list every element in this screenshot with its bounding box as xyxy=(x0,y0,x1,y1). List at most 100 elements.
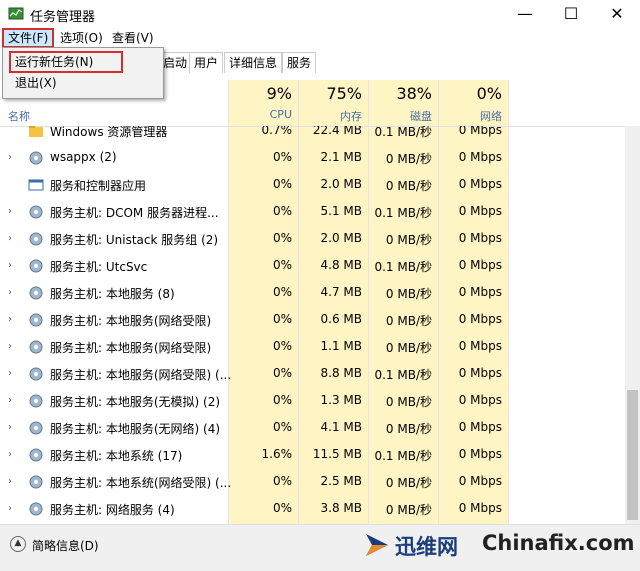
gear-icon xyxy=(29,151,43,165)
header-cpu-percent: 9% xyxy=(266,84,292,103)
minimize-button[interactable]: — xyxy=(502,0,548,28)
header-network[interactable]: 网络 xyxy=(438,108,502,124)
process-memory: 4.8 MB xyxy=(320,258,362,272)
table-row[interactable]: › 服务主机: Unistack 服务组 (2) 0% 2.0 MB 0 MB/… xyxy=(0,225,625,252)
process-network: 0 Mbps xyxy=(458,258,502,272)
gear-icon xyxy=(29,340,43,354)
process-cpu: 1.6% xyxy=(261,447,293,461)
table-row[interactable]: Windows 资源管理器 0.7% 22.4 MB 0.1 MB/秒 0 Mb… xyxy=(0,126,625,144)
process-disk: 0 MB/秒 xyxy=(385,503,432,517)
menu-file[interactable]: 文件(F) xyxy=(2,28,55,48)
process-network: 0 Mbps xyxy=(458,366,502,380)
menu-bar: 文件(F) 选项(O) 查看(V) xyxy=(0,28,640,48)
exit-item[interactable]: 退出(X) xyxy=(15,74,57,92)
expand-chevron-icon[interactable]: › xyxy=(8,449,12,460)
process-disk: 0 MB/秒 xyxy=(385,476,432,490)
run-new-task-item[interactable]: 运行新任务(N) xyxy=(9,51,123,73)
process-cpu: 0% xyxy=(272,393,292,407)
menu-view[interactable]: 查看(V) xyxy=(108,28,158,48)
table-row[interactable]: › 服务主机: 本地服务(网络受限) (... 0% 8.8 MB 0.1 MB… xyxy=(0,360,625,387)
process-disk: 0 MB/秒 xyxy=(385,287,432,301)
process-name: 服务主机: 本地服务(网络受限) (... xyxy=(50,368,232,382)
task-manager-icon xyxy=(8,7,24,20)
process-memory: 22.4 MB xyxy=(312,126,362,137)
table-row[interactable]: › 服务主机: 本地服务(网络受限) 0% 1.1 MB 0 MB/秒 0 Mb… xyxy=(0,333,625,360)
header-name[interactable]: 名称 xyxy=(8,108,30,124)
expand-chevron-icon[interactable]: › xyxy=(8,314,12,325)
process-disk: 0 MB/秒 xyxy=(385,233,432,247)
process-cpu: 0% xyxy=(272,339,292,353)
process-cpu: 0% xyxy=(272,258,292,272)
table-row[interactable]: › 服务主机: 本地服务(网络受限) 0% 0.6 MB 0 MB/秒 0 Mb… xyxy=(0,306,625,333)
gear-icon xyxy=(29,367,43,381)
expand-chevron-icon[interactable]: › xyxy=(8,395,12,406)
table-row[interactable]: › wsappx (2) 0% 2.1 MB 0 MB/秒 0 Mbps xyxy=(0,144,625,171)
process-network: 0 Mbps xyxy=(458,126,502,137)
expand-chevron-icon[interactable]: › xyxy=(8,233,12,244)
expand-chevron-icon[interactable]: › xyxy=(8,287,12,298)
table-row[interactable]: › 服务主机: UtcSvc 0% 4.8 MB 0.1 MB/秒 0 Mbps xyxy=(0,252,625,279)
tab-users[interactable]: 用户 xyxy=(189,52,224,73)
table-row[interactable]: › 服务主机: 本地系统(网络受限) (... 0% 2.5 MB 0 MB/秒… xyxy=(0,468,625,495)
process-memory: 3.8 MB xyxy=(320,501,362,515)
process-memory: 1.3 MB xyxy=(320,393,362,407)
process-memory: 11.5 MB xyxy=(312,447,362,461)
table-row[interactable]: › 服务主机: 本地服务(无模拟) (2) 0% 1.3 MB 0 MB/秒 0… xyxy=(0,387,625,414)
maximize-button[interactable]: ☐ xyxy=(548,0,594,28)
process-memory: 1.1 MB xyxy=(320,339,362,353)
process-name: 服务主机: DCOM 服务器进程... xyxy=(50,206,219,220)
process-cpu: 0% xyxy=(272,231,292,245)
process-network: 0 Mbps xyxy=(458,231,502,245)
gear-icon xyxy=(29,448,43,462)
process-network: 0 Mbps xyxy=(458,474,502,488)
less-details-link[interactable]: 简略信息(D) xyxy=(32,537,99,554)
process-name: Windows 资源管理器 xyxy=(50,126,168,139)
gear-icon xyxy=(29,232,43,246)
process-name: 服务和控制器应用 xyxy=(50,179,147,193)
process-memory: 4.1 MB xyxy=(320,420,362,434)
tab-details[interactable]: 详细信息 xyxy=(224,52,283,73)
process-network: 0 Mbps xyxy=(458,204,502,218)
process-network: 0 Mbps xyxy=(458,150,502,164)
process-name: 服务主机: Unistack 服务组 (2) xyxy=(50,233,219,247)
header-disk[interactable]: 磁盘 xyxy=(368,108,432,124)
header-memory[interactable]: 内存 xyxy=(298,108,362,124)
process-disk: 0.1 MB/秒 xyxy=(374,206,432,220)
chevron-up-icon[interactable]: ▲ xyxy=(10,536,26,552)
gear-icon xyxy=(29,502,43,516)
header-cpu[interactable]: CPU xyxy=(228,108,292,121)
watermark-text-cn: 迅维网 xyxy=(395,535,458,559)
menu-options[interactable]: 选项(O) xyxy=(56,28,107,48)
process-name: 服务主机: 本地系统 (17) xyxy=(50,449,183,463)
process-name: wsappx (2) xyxy=(50,150,117,164)
header-network-percent: 0% xyxy=(476,84,502,103)
table-row[interactable]: › 服务主机: 网络服务 (4) 0% 3.8 MB 0 MB/秒 0 Mbps xyxy=(0,495,625,522)
table-row[interactable]: › 服务主机: 本地服务 (8) 0% 4.7 MB 0 MB/秒 0 Mbps xyxy=(0,279,625,306)
process-disk: 0 MB/秒 xyxy=(385,152,432,166)
gear-icon xyxy=(29,394,43,408)
expand-chevron-icon[interactable]: › xyxy=(8,476,12,487)
expand-chevron-icon[interactable]: › xyxy=(8,422,12,433)
expand-chevron-icon[interactable]: › xyxy=(8,341,12,352)
table-row[interactable]: › 服务主机: 本地系统 (17) 1.6% 11.5 MB 0.1 MB/秒 … xyxy=(0,441,625,468)
gear-icon xyxy=(29,475,43,489)
expand-chevron-icon[interactable]: › xyxy=(8,260,12,271)
process-cpu: 0% xyxy=(272,204,292,218)
process-disk: 0 MB/秒 xyxy=(385,422,432,436)
close-button[interactable]: ✕ xyxy=(594,0,640,28)
table-row[interactable]: › 服务主机: 本地服务(无网络) (4) 0% 4.1 MB 0 MB/秒 0… xyxy=(0,414,625,441)
scrollbar-thumb[interactable] xyxy=(627,390,638,520)
table-row[interactable]: 服务和控制器应用 0% 2.0 MB 0 MB/秒 0 Mbps xyxy=(0,171,625,198)
tab-services[interactable]: 服务 xyxy=(282,52,317,73)
expand-chevron-icon[interactable]: › xyxy=(8,503,12,514)
process-memory: 8.8 MB xyxy=(320,366,362,380)
expand-chevron-icon[interactable]: › xyxy=(8,152,12,163)
table-row[interactable]: › 服务主机: DCOM 服务器进程... 0% 5.1 MB 0.1 MB/秒… xyxy=(0,198,625,225)
expand-chevron-icon[interactable]: › xyxy=(8,206,12,217)
gear-icon xyxy=(29,205,43,219)
process-name: 服务主机: 本地服务(网络受限) xyxy=(50,341,212,355)
process-memory: 4.7 MB xyxy=(320,285,362,299)
expand-chevron-icon[interactable]: › xyxy=(8,368,12,379)
process-name: 服务主机: UtcSvc xyxy=(50,260,148,274)
process-network: 0 Mbps xyxy=(458,177,502,191)
